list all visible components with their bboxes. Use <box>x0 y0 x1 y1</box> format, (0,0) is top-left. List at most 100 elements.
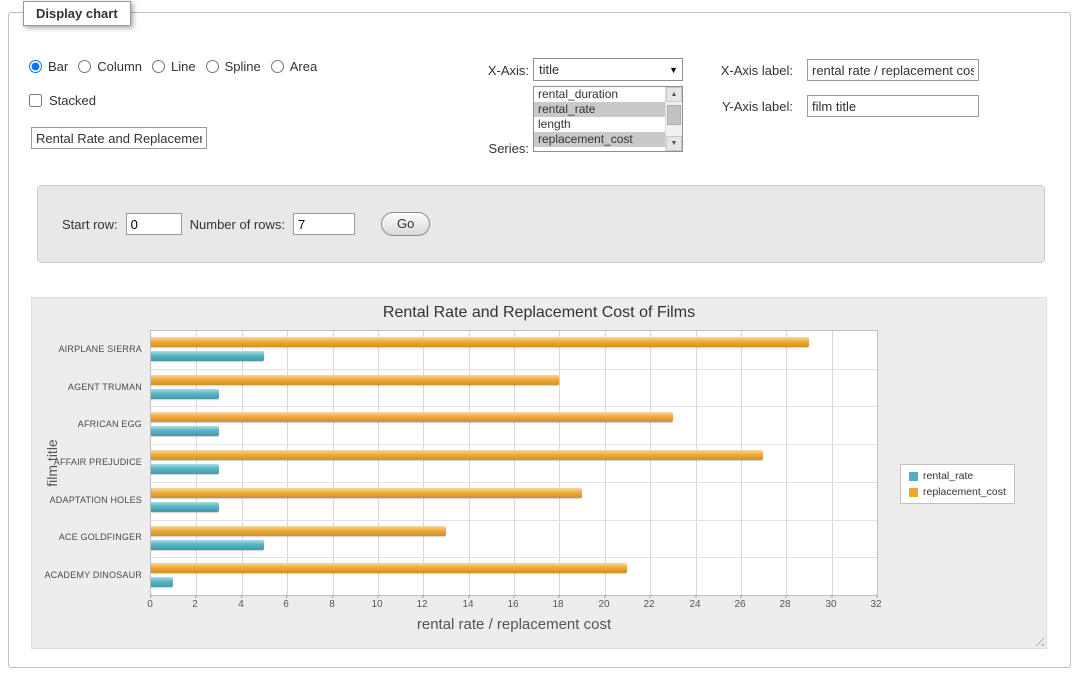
panel-legend: Display chart <box>23 1 131 26</box>
chart-type-option-line[interactable]: Line <box>152 59 196 74</box>
chart-type-label: Line <box>171 59 196 74</box>
chart-type-radio-line[interactable] <box>152 60 165 73</box>
stacked-checkbox[interactable] <box>29 94 42 107</box>
gridline <box>559 331 560 595</box>
chart-type-radio-area[interactable] <box>271 60 284 73</box>
series-listbox[interactable]: rental_durationrental_ratelengthreplacem… <box>533 86 683 152</box>
chart-title-input[interactable] <box>31 127 207 149</box>
y-axis-label-label: Y-Axis label: <box>707 99 793 114</box>
chart-type-radio-bar[interactable] <box>29 60 42 73</box>
gridline <box>242 331 243 595</box>
series-option-replacement_cost[interactable]: replacement_cost <box>534 132 665 147</box>
series-option-length[interactable]: length <box>534 117 665 132</box>
chart-type-option-area[interactable]: Area <box>271 59 317 74</box>
chart-title: Rental Rate and Replacement Cost of Film… <box>32 304 1046 322</box>
gridline <box>650 331 651 595</box>
x-tick-label: 16 <box>507 599 518 610</box>
x-tick-label: 8 <box>329 599 335 610</box>
x-axis-tick-labels: 02468101214161820222426283032 <box>150 599 878 613</box>
gridline <box>741 331 742 595</box>
chart-type-option-bar[interactable]: Bar <box>29 59 68 74</box>
scroll-down-icon[interactable]: ▼ <box>666 136 682 151</box>
legend-label: replacement_cost <box>923 486 1006 498</box>
category-label: ACADEMY DINOSAUR <box>44 570 142 580</box>
x-tick-label: 30 <box>825 599 836 610</box>
bar-rental_rate <box>151 464 219 474</box>
bar-replacement_cost <box>151 526 446 536</box>
bar-rental_rate <box>151 540 264 550</box>
bar-replacement_cost <box>151 563 627 573</box>
gridline <box>151 369 877 370</box>
x-tick-label: 28 <box>779 599 790 610</box>
chart-type-label: Column <box>97 59 142 74</box>
gridline <box>151 520 877 521</box>
category-label: AFRICAN EGG <box>78 419 142 429</box>
gridline <box>605 331 606 595</box>
chart-type-label: Bar <box>48 59 68 74</box>
category-label: ADAPTATION HOLES <box>50 495 142 505</box>
chevron-down-icon: ▼ <box>669 59 678 80</box>
chart-legend: rental_rate replacement_cost <box>900 464 1015 504</box>
resize-grip[interactable] <box>1032 634 1044 646</box>
x-tick-label: 32 <box>870 599 881 610</box>
gridline <box>151 482 877 483</box>
legend-item-rental_rate[interactable]: rental_rate <box>909 470 1006 482</box>
category-label: AFFAIR PREJUDICE <box>54 457 142 467</box>
controls-area: BarColumnLineSplineArea Stacked X-Axis: … <box>9 13 1070 667</box>
listbox-scrollbar[interactable]: ▲ ▼ <box>665 87 682 151</box>
bar-replacement_cost <box>151 488 582 498</box>
series-label: Series: <box>439 141 529 156</box>
go-button[interactable]: Go <box>381 212 430 236</box>
gridline <box>832 331 833 595</box>
x-tick-label: 24 <box>689 599 700 610</box>
chart-type-radiogroup: Bar Column Line Spline Area <box>29 59 317 74</box>
gridline <box>423 331 424 595</box>
x-tick-label: 2 <box>192 599 198 610</box>
scrollbar-thumb[interactable] <box>667 105 681 125</box>
bar-rental_rate <box>151 389 219 399</box>
x-axis-label-input[interactable] <box>807 59 979 81</box>
plot-area <box>150 330 878 596</box>
row-controls-panel: Start row: Number of rows: Go <box>37 185 1045 263</box>
x-tick-label: 22 <box>643 599 654 610</box>
chart-type-option-spline[interactable]: Spline <box>206 59 261 74</box>
gridline <box>469 331 470 595</box>
chart-type-radio-column[interactable] <box>78 60 91 73</box>
gridline <box>151 406 877 407</box>
category-axis-labels: AIRPLANE SIERRAAGENT TRUMANAFRICAN EGGAF… <box>32 330 142 596</box>
series-options: rental_durationrental_ratelengthreplacem… <box>534 87 665 151</box>
bar-rental_rate <box>151 502 219 512</box>
x-axis-select[interactable]: title ▼ <box>533 58 683 81</box>
legend-swatch-icon <box>909 472 918 481</box>
legend-item-replacement_cost[interactable]: replacement_cost <box>909 486 1006 498</box>
x-tick-label: 14 <box>462 599 473 610</box>
bar-replacement_cost <box>151 375 559 385</box>
display-chart-panel: Display chart BarColumnLineSplineArea St… <box>8 12 1071 668</box>
x-tick-label: 12 <box>416 599 427 610</box>
x-axis-select-label: X-Axis: <box>429 63 529 78</box>
gridline <box>786 331 787 595</box>
gridline <box>696 331 697 595</box>
chart-type-radio-spline[interactable] <box>206 60 219 73</box>
chart-type-label: Spline <box>225 59 261 74</box>
bar-rental_rate <box>151 426 219 436</box>
y-axis-label-input[interactable] <box>807 95 979 117</box>
num-rows-label: Number of rows: <box>190 217 285 232</box>
chart-type-option-column[interactable]: Column <box>78 59 142 74</box>
series-option-rental_rate[interactable]: rental_rate <box>534 102 665 117</box>
x-tick-label: 20 <box>598 599 609 610</box>
category-label: ACE GOLDFINGER <box>59 532 142 542</box>
num-rows-input[interactable] <box>293 213 355 235</box>
stacked-label: Stacked <box>49 93 96 108</box>
bar-rental_rate <box>151 351 264 361</box>
x-tick-label: 10 <box>371 599 382 610</box>
gridline <box>514 331 515 595</box>
stacked-checkbox-row[interactable]: Stacked <box>29 93 96 108</box>
start-row-input[interactable] <box>126 213 182 235</box>
x-axis-label-label: X-Axis label: <box>707 63 793 78</box>
x-tick-label: 26 <box>734 599 745 610</box>
series-option-rental_duration[interactable]: rental_duration <box>534 87 665 102</box>
legend-swatch-icon <box>909 488 918 497</box>
scroll-up-icon[interactable]: ▲ <box>666 87 682 102</box>
x-tick-label: 6 <box>283 599 289 610</box>
